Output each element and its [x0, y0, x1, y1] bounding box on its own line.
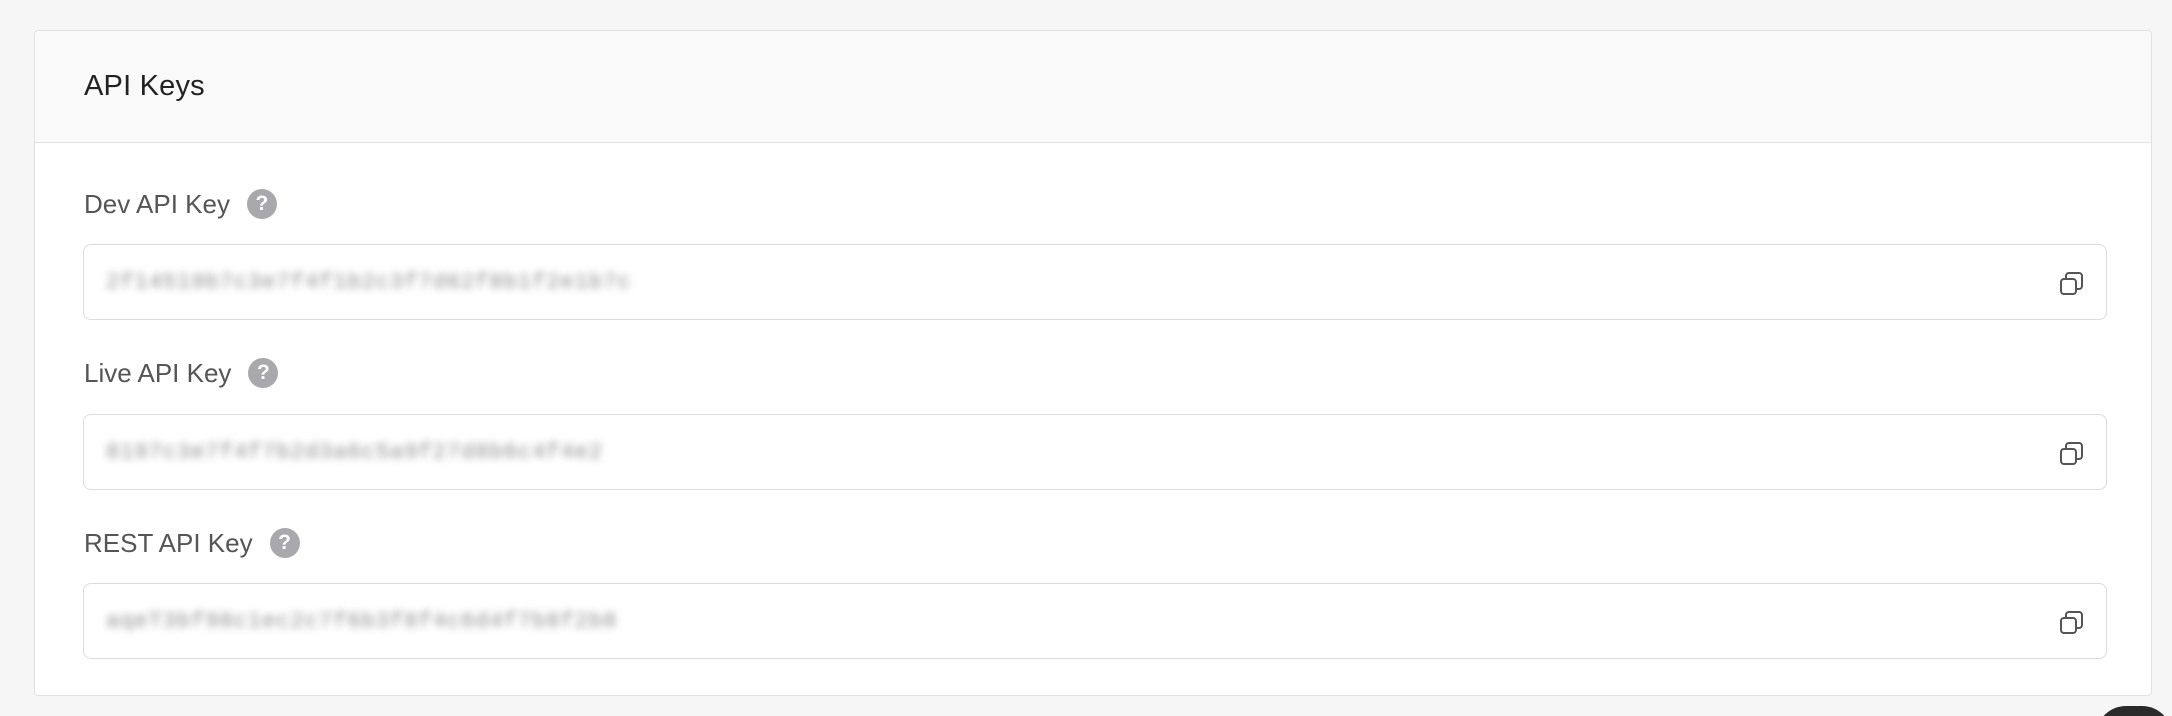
dev-api-key-label-row: Dev API Key ? — [84, 184, 277, 224]
help-icon[interactable]: ? — [269, 528, 300, 558]
live-api-key-value: 8197c3e7f4f7b2d3a6c5a9f27d8b6c4f4e2 — [106, 439, 604, 465]
rest-api-key-label: REST API Key — [84, 527, 253, 558]
rest-api-key-field[interactable]: aqeT3bf98c1ec2c7f6b3f8f4c6d4f7b8f2b8 — [83, 583, 2107, 659]
live-api-key-label-row: Live API Key ? — [84, 353, 279, 393]
corner-avatar[interactable] — [2096, 706, 2172, 716]
live-api-key-label: Live API Key — [84, 357, 232, 388]
dev-api-key-value: 2f14519b7c3e7f4f1b2c3f7d62f8b1f2e1b7c — [106, 269, 632, 295]
api-keys-card: API Keys Dev API Key ? 2f14519b7c3e7f4f1… — [34, 30, 2152, 696]
copy-icon[interactable] — [2056, 269, 2086, 299]
dev-api-key-field[interactable]: 2f14519b7c3e7f4f1b2c3f7d62f8b1f2e1b7c — [83, 244, 2107, 320]
dev-api-key-label: Dev API Key — [84, 188, 230, 219]
card-header: API Keys — [35, 31, 2151, 143]
copy-icon[interactable] — [2056, 439, 2086, 469]
help-icon[interactable]: ? — [246, 189, 277, 219]
copy-icon[interactable] — [2056, 608, 2086, 638]
page: API Keys Dev API Key ? 2f14519b7c3e7f4f1… — [0, 0, 2172, 716]
card-title: API Keys — [84, 70, 205, 102]
live-api-key-field[interactable]: 8197c3e7f4f7b2d3a6c5a9f27d8b6c4f4e2 — [83, 414, 2107, 490]
rest-api-key-label-row: REST API Key ? — [84, 523, 300, 563]
help-icon[interactable]: ? — [248, 358, 279, 388]
rest-api-key-value: aqeT3bf98c1ec2c7f6b3f8f4c6d4f7b8f2b8 — [106, 608, 618, 634]
